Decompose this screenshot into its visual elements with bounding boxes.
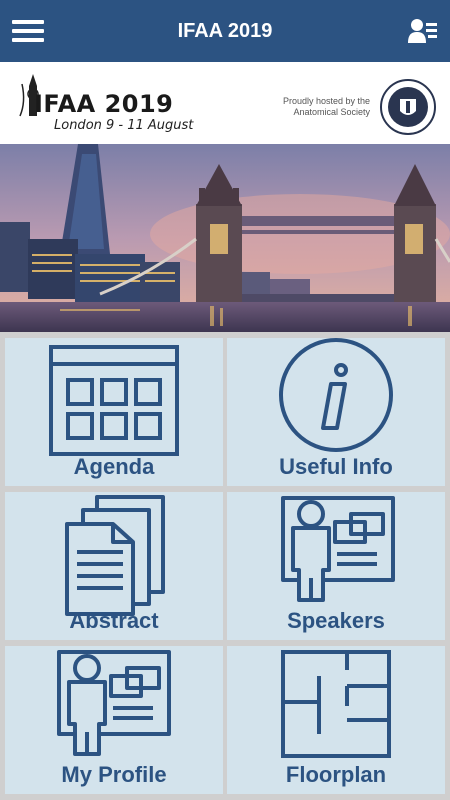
user-list-icon[interactable]	[408, 17, 438, 45]
speakers-tile[interactable]: Speakers	[227, 492, 445, 640]
info-icon	[279, 338, 393, 452]
conference-banner: IFAA 2019 London 9 - 11 August Proudly h…	[0, 62, 450, 145]
agenda-tile[interactable]: Agenda	[5, 338, 223, 486]
useful-info-label: Useful Info	[279, 454, 393, 479]
floorplan-icon	[281, 650, 391, 758]
app-title: IFAA 2019	[177, 20, 273, 42]
floorplan-tile[interactable]: Floorplan	[227, 646, 445, 794]
abstract-tile[interactable]: Abstract	[5, 492, 223, 640]
logo-subtitle: London 9 - 11 August	[54, 118, 194, 133]
logo-title: IFAA 2019	[34, 90, 174, 118]
agenda-label: Agenda	[73, 454, 155, 479]
tower-bridge-photo	[0, 144, 450, 332]
documents-icon	[65, 495, 165, 616]
hosted-by-text: Proudly hosted by the Anatomical Society	[282, 96, 370, 117]
floorplan-label: Floorplan	[285, 762, 387, 787]
profile-icon	[57, 650, 171, 756]
presenter-icon	[281, 496, 395, 602]
app-header: IFAA 2019	[0, 0, 450, 62]
anatomical-society-seal-icon	[380, 79, 436, 135]
feature-grid: Agenda Useful Info Abstract Speakers My …	[0, 332, 450, 800]
speakers-label: Speakers	[287, 608, 385, 633]
my-profile-label: My Profile	[61, 762, 167, 787]
calendar-icon	[49, 345, 179, 456]
my-profile-tile[interactable]: My Profile	[5, 646, 223, 794]
abstract-label: Abstract	[69, 608, 159, 633]
useful-info-tile[interactable]: Useful Info	[227, 338, 445, 486]
